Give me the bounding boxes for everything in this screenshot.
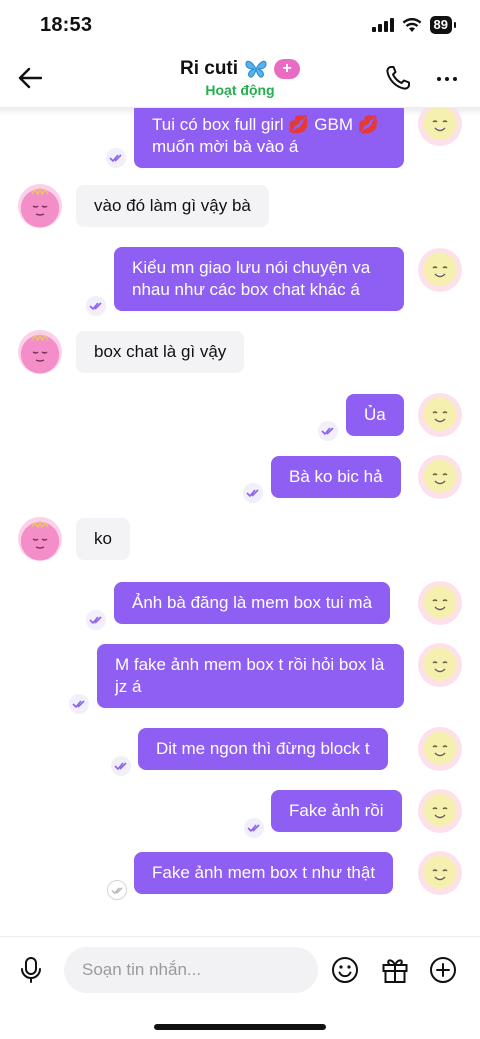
message-list[interactable]: Tui có box full girl 💋 GBM 💋 muốn mời bà… <box>0 108 480 936</box>
message-bubble-outgoing[interactable]: Kiểu mn giao lưu nói chuyện va nhau như … <box>114 247 404 311</box>
avatar-me[interactable] <box>418 789 462 833</box>
message-bubble-incoming[interactable]: box chat là gì vậy <box>76 331 245 373</box>
emoji-icon <box>332 957 358 983</box>
message-bubble-outgoing[interactable]: Bà ko bic hả <box>271 456 401 498</box>
gift-icon <box>382 959 408 983</box>
message-text: Ảnh bà đăng là mem box tui mà <box>132 593 373 612</box>
seen-icon <box>111 756 131 776</box>
contact-name: Ri cuti <box>179 58 239 79</box>
battery-icon: 89 <box>429 16 457 34</box>
status-icons: 89 <box>371 16 457 34</box>
gift-button[interactable] <box>380 955 412 987</box>
seen-icon <box>86 610 106 630</box>
message-bubble-outgoing[interactable]: Ủa <box>346 394 404 436</box>
seen-icon <box>69 694 89 714</box>
message-text: Fake ảnh rồi <box>289 801 384 820</box>
plus-badge: + <box>274 59 301 79</box>
message-bubble-outgoing[interactable]: Fake ảnh mem box t như thật <box>134 852 394 894</box>
seen-icon <box>106 148 126 168</box>
message-bubble-incoming[interactable]: ko <box>76 518 130 560</box>
avatar-me[interactable] <box>418 727 462 771</box>
emoji-button[interactable] <box>330 955 362 987</box>
avatar-me[interactable] <box>418 455 462 499</box>
message-text: Fake ảnh mem box t như thật <box>152 863 376 882</box>
message-bubble-outgoing[interactable]: Ảnh bà đăng là mem box tui mà <box>114 582 391 624</box>
microphone-icon <box>21 957 41 983</box>
message-text: Kiểu mn giao lưu nói chuyện va nhau như … <box>132 258 371 299</box>
message-input[interactable] <box>64 947 318 993</box>
wifi-icon <box>402 17 421 32</box>
seen-icon <box>86 296 106 316</box>
status-bar: 18:53 89 <box>0 0 480 52</box>
avatar-me[interactable] <box>418 643 462 687</box>
chat-header: Ri cuti + Hoạt động <box>0 52 480 108</box>
butterfly-icon <box>245 60 267 78</box>
message-bubble-outgoing[interactable]: M fake ảnh mem box t rồi hỏi box là jz á <box>97 644 404 708</box>
message-bubble-outgoing[interactable]: Tui có box full girl 💋 GBM 💋 muốn mời bà… <box>134 108 404 168</box>
message-text: vào đó làm gì vậy bà <box>94 196 251 215</box>
more-dot <box>445 77 449 81</box>
avatar-me[interactable] <box>418 393 462 437</box>
phone-icon <box>386 66 410 90</box>
more-icon[interactable] <box>432 64 462 94</box>
message-text: Tui có box full girl 💋 GBM 💋 muốn mời bà… <box>152 115 379 156</box>
message-text: M fake ảnh mem box t rồi hỏi box là jz á <box>115 655 385 696</box>
more-dot <box>453 77 457 81</box>
message-text: Dit me ngon thì đừng block t <box>156 739 370 758</box>
seen-icon <box>244 818 264 838</box>
avatar-me[interactable] <box>418 108 462 146</box>
add-button[interactable] <box>428 955 460 987</box>
avatar-me[interactable] <box>418 248 462 292</box>
microphone-button[interactable] <box>16 955 48 987</box>
avatar-me[interactable] <box>418 851 462 895</box>
add-icon <box>430 957 456 983</box>
message-bubble-incoming[interactable]: vào đó làm gì vậy bà <box>76 185 269 227</box>
avatar-me[interactable] <box>418 581 462 625</box>
home-indicator <box>154 1024 326 1030</box>
seen-icon <box>243 483 263 503</box>
sent-icon <box>107 880 127 900</box>
avatar-contact[interactable] <box>18 184 62 228</box>
message-bubble-outgoing[interactable]: Fake ảnh rồi <box>271 790 402 832</box>
status-time: 18:53 <box>40 14 93 36</box>
message-bubble-outgoing[interactable]: Dit me ngon thì đừng block t <box>138 728 388 770</box>
message-text: box chat là gì vậy <box>94 342 227 361</box>
message-text: Bà ko bic hả <box>289 467 383 486</box>
message-text: Ủa <box>364 405 386 424</box>
call-button[interactable] <box>384 64 414 94</box>
seen-icon <box>318 421 338 441</box>
avatar-contact[interactable] <box>18 517 62 561</box>
avatar-contact[interactable] <box>18 330 62 374</box>
message-text: ko <box>94 529 112 548</box>
more-dot <box>437 77 441 81</box>
signal-icon <box>371 18 394 32</box>
